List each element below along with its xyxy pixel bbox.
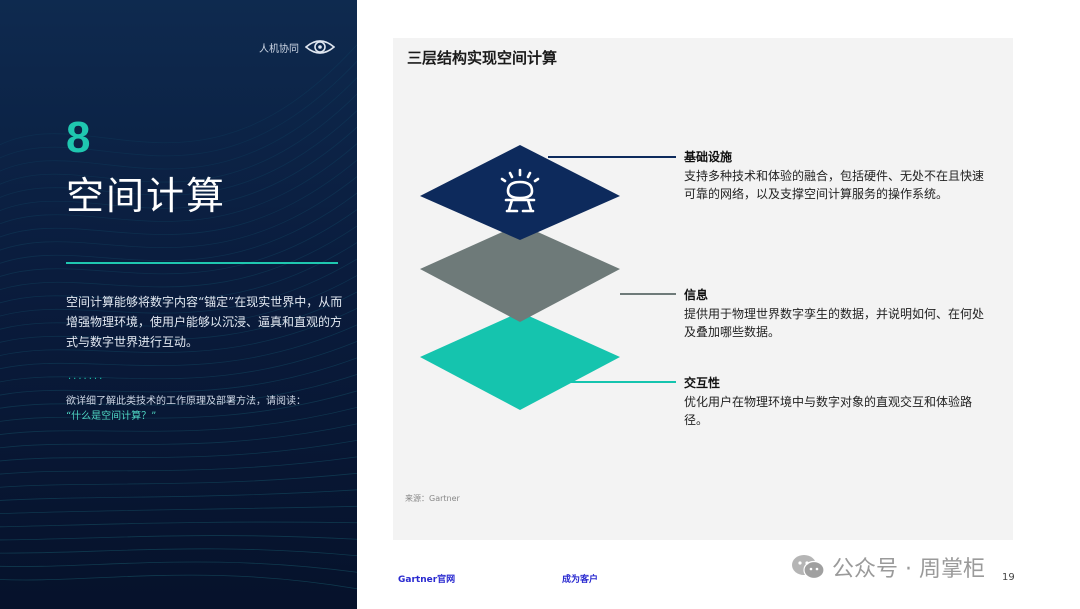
wave-line xyxy=(0,423,357,449)
source-note: 来源：Gartner xyxy=(405,494,460,503)
wave-line xyxy=(0,93,357,185)
eye-logo-icon xyxy=(305,40,335,54)
layer-name: 基础设施 xyxy=(684,150,733,164)
wave-line xyxy=(0,548,357,557)
brand: 人机协同 xyxy=(259,38,335,56)
layer-name: 交互性 xyxy=(684,376,721,390)
layer-entry-information: 信息 提供用于物理世界数字孪生的数据，并说明如何、在何处及叠加哪些数据。 xyxy=(684,287,994,341)
left-panel: 人机协同 8 空间计算 空间计算能够将数字内容“锚定”在现实世界中，从而增强物理… xyxy=(0,0,357,609)
gartner-site-link[interactable]: Gartner官网 xyxy=(398,572,455,585)
layer-text: 提供用于物理世界数字孪生的数据，并说明如何、在何处及叠加哪些数据。 xyxy=(684,307,985,339)
layer-text: 优化用户在物理环境中与数字对象的直观交互和体验路径。 xyxy=(684,395,973,427)
section-title: 空间计算 xyxy=(66,174,227,218)
wave-line xyxy=(0,472,357,488)
brand-name: 人机协同 xyxy=(259,43,299,55)
layer-entry-infrastructure: 基础设施 支持多种技术和体验的融合，包括硬件、无处不在且快速可靠的网络，以及支撑… xyxy=(684,149,994,203)
wave-line xyxy=(0,489,357,501)
section-number: 8 xyxy=(66,113,91,162)
become-client-link[interactable]: 成为客户 xyxy=(562,572,598,585)
dot-separator: ······· xyxy=(68,374,105,385)
wave-line xyxy=(0,535,357,541)
read-more: 欲详细了解此类技术的工作原理及部署方法，请阅读： “什么是空间计算？” xyxy=(66,394,351,424)
read-more-link[interactable]: “什么是空间计算？” xyxy=(66,409,351,424)
layer-infrastructure-diamond xyxy=(420,145,620,240)
wave-line xyxy=(0,574,357,590)
title-divider xyxy=(66,262,338,264)
page-number: 19 xyxy=(1002,572,1015,583)
diagram-card: 三层结构实现空间计算 基础设施 支持多种技术和体验的融合，包括硬件、无处不在且快… xyxy=(393,38,1013,540)
wave-line xyxy=(0,561,357,573)
read-more-text: 欲详细了解此类技术的工作原理及部署方法，请阅读： xyxy=(66,396,306,407)
watermark: 公众号 · 周掌柜 xyxy=(790,551,985,583)
wechat-icon xyxy=(792,555,825,580)
wave-line xyxy=(0,76,357,172)
layer-entry-interactivity: 交互性 优化用户在物理环境中与数字对象的直观交互和体验路径。 xyxy=(684,375,994,429)
wave-line xyxy=(0,521,357,528)
section-description: 空间计算能够将数字内容“锚定”在现实世界中，从而增强物理环境，使用户能够以沉浸、… xyxy=(66,295,343,349)
layer-name: 信息 xyxy=(684,288,709,302)
wave-line xyxy=(0,439,357,462)
wave-line xyxy=(0,505,357,515)
wave-line xyxy=(0,60,357,159)
layer-text: 支持多种技术和体验的融合，包括硬件、无处不在且快速可靠的网络，以及支撑空间计算服… xyxy=(684,169,985,201)
watermark-text: 公众号 · 周掌柜 xyxy=(832,557,985,582)
layer-interactivity-diamond xyxy=(420,312,620,410)
